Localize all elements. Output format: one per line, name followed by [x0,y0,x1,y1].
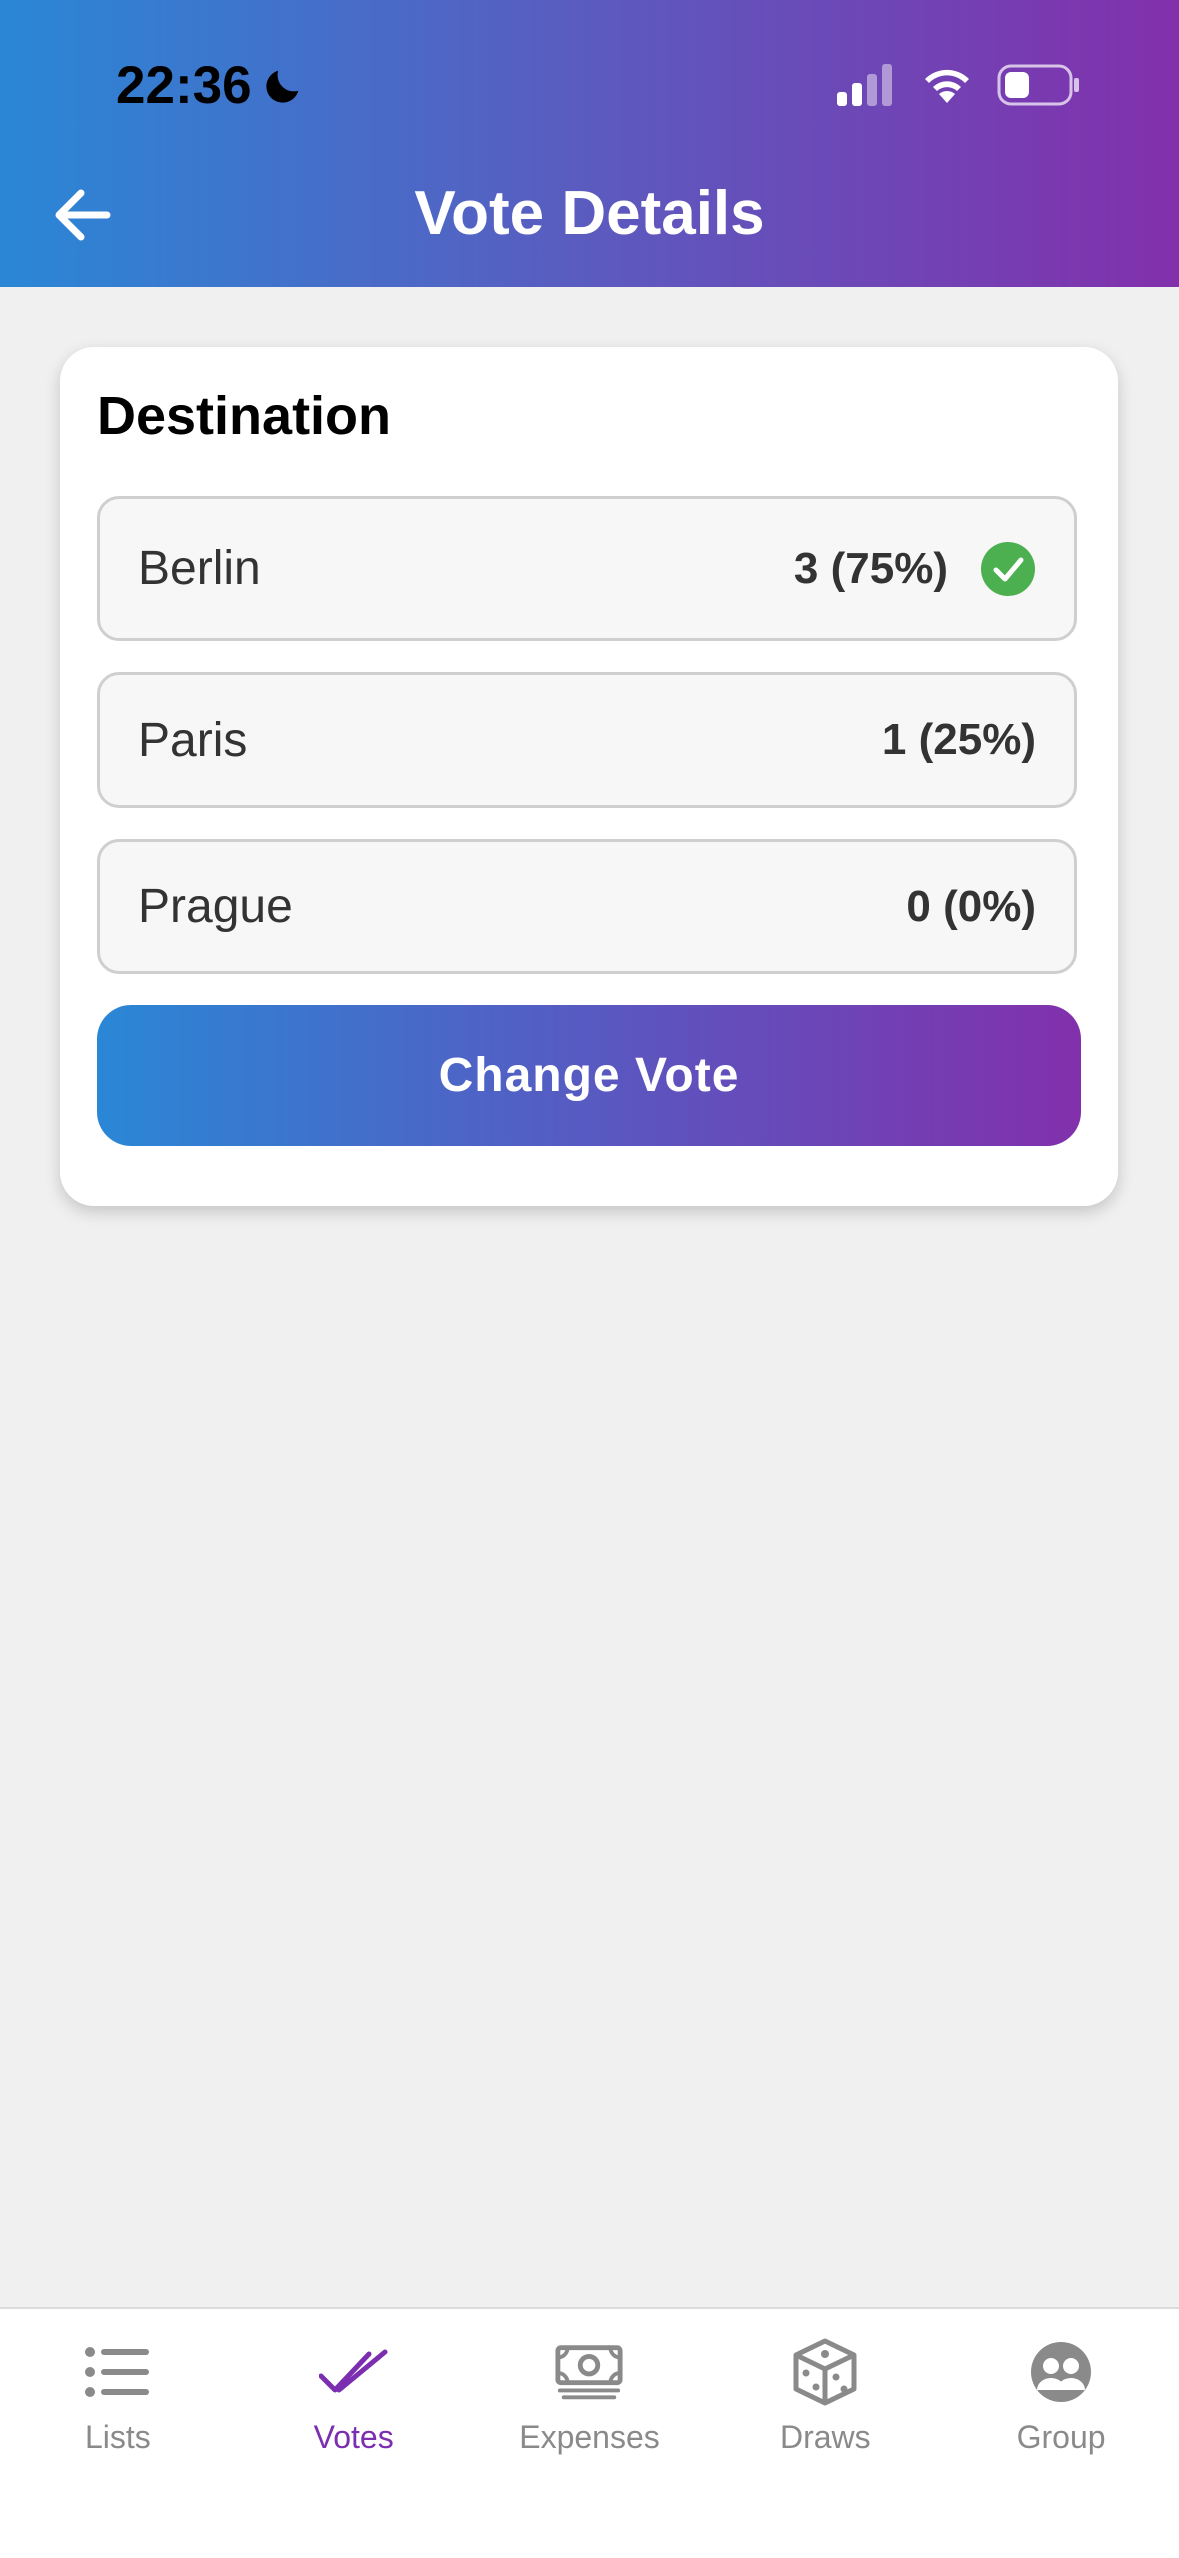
option-label: Prague [138,880,293,933]
cash-icon [554,2337,624,2407]
moon-icon [265,70,298,103]
page-title: Vote Details [414,179,765,248]
tab-draws[interactable]: Draws [707,2309,943,2558]
vote-option-paris[interactable]: Paris 1 (25%) [97,672,1077,808]
option-result: 0 (0%) [906,882,1036,932]
option-result: 3 (75%) [794,541,1036,597]
tab-label: Expenses [519,2419,660,2455]
tab-expenses[interactable]: Expenses [472,2309,708,2558]
bottom-tab-bar: Lists Votes Expenses Draws Group [0,2307,1179,2558]
vote-card: Destination Berlin 3 (75%) Paris 1 (25%)… [60,347,1118,1206]
check-circle-icon [981,541,1035,596]
vote-option-prague[interactable]: Prague 0 (0%) [97,839,1077,974]
status-time-text: 22:36 [116,56,252,115]
option-label: Paris [138,713,248,767]
battery-icon [997,64,1079,106]
tab-votes[interactable]: Votes [236,2309,472,2558]
change-vote-button[interactable]: Change Vote [97,1005,1081,1146]
option-count: 3 (75%) [793,543,948,593]
status-bar-time: 22:36 [116,55,306,116]
vote-title: Destination [97,386,392,446]
tab-label: Group [1016,2419,1106,2455]
dice-icon [790,2337,860,2407]
tab-group[interactable]: Group [943,2309,1179,2558]
status-bar-indicators [837,64,1081,106]
signal-icon [837,64,892,106]
tab-label: Draws [779,2419,871,2455]
option-label: Berlin [138,542,261,595]
wifi-icon [925,69,969,103]
option-result: 1 (25%) [882,715,1036,765]
group-icon [1026,2337,1096,2407]
tab-label: Lists [85,2419,151,2455]
vote-option-berlin[interactable]: Berlin 3 (75%) [97,496,1077,641]
double-check-icon [318,2337,389,2407]
option-count: 1 (25%) [881,715,1036,764]
tab-label: Votes [313,2419,394,2455]
tab-lists[interactable]: Lists [0,2309,236,2558]
option-count: 0 (0%) [906,881,1036,931]
app-header: 22:36 Vote Details [0,0,1179,287]
list-icon [83,2337,153,2407]
